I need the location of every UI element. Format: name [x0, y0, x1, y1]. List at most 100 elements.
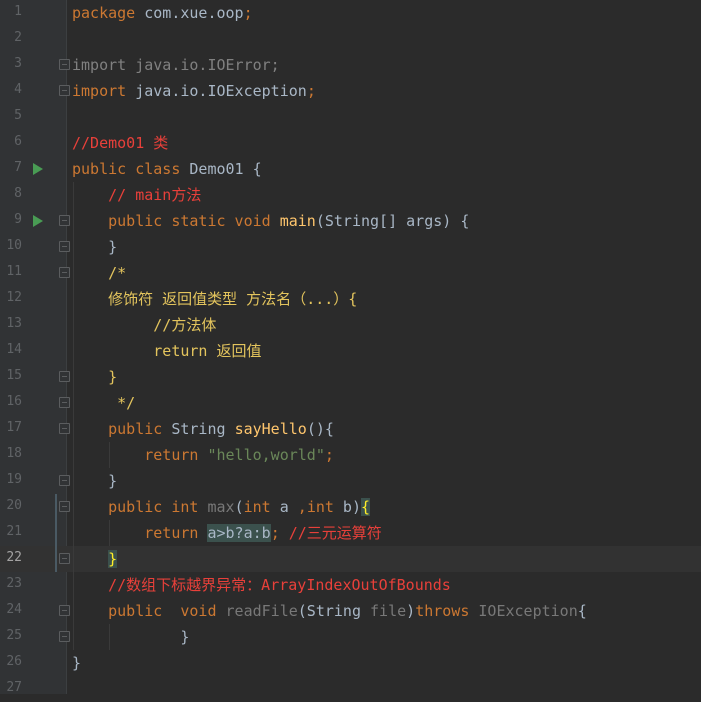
code-text[interactable]: */ — [72, 393, 135, 413]
code-text[interactable]: } — [72, 549, 118, 569]
code-line[interactable]: 13 //方法体 — [0, 312, 701, 338]
line-number: 21 — [6, 524, 22, 539]
code-token: main — [279, 212, 316, 230]
code-line[interactable]: 5 — [0, 104, 701, 130]
code-line[interactable]: 15 } — [0, 364, 701, 390]
code-line[interactable]: 24 public void readFile(String file)thro… — [0, 598, 701, 624]
fold-toggle-icon[interactable] — [59, 423, 70, 434]
fold-toggle-icon[interactable] — [59, 605, 70, 616]
code-line[interactable]: 23 //数组下标越界异常：ArrayIndexOutOfBounds — [0, 572, 701, 598]
fold-toggle-icon[interactable] — [59, 215, 70, 226]
code-token: "hello,world" — [207, 446, 325, 464]
code-text[interactable]: import java.io.IOException; — [72, 81, 316, 101]
code-line[interactable]: 11 /* — [0, 260, 701, 286]
code-text[interactable]: public class Demo01 { — [72, 159, 262, 179]
line-number: 16 — [6, 394, 22, 409]
line-number: 9 — [14, 212, 22, 227]
code-line[interactable]: 20 public int max(int a ,int b){ — [0, 494, 701, 520]
code-line[interactable]: 6 //Demo01 类 — [0, 130, 701, 156]
code-token: { — [361, 498, 371, 516]
code-token: (String — [297, 602, 371, 620]
line-number: 17 — [6, 420, 22, 435]
code-text[interactable]: public void readFile(String file)throws … — [72, 601, 587, 621]
code-text[interactable]: 修饰符 返回值类型 方法名（...）{ — [72, 289, 357, 309]
code-text[interactable]: // main方法 — [72, 185, 201, 205]
run-gutter-icon[interactable] — [33, 215, 43, 227]
code-text[interactable]: } — [72, 237, 117, 257]
code-text[interactable]: //方法体 — [72, 315, 216, 335]
fold-toggle-icon[interactable] — [59, 397, 70, 408]
code-line[interactable]: 1 package com.xue.oop; — [0, 0, 701, 26]
code-line[interactable]: 17 public String sayHello(){ — [0, 416, 701, 442]
code-token: } — [108, 368, 118, 386]
code-text[interactable]: return 返回值 — [72, 341, 262, 361]
code-token: file — [370, 602, 407, 620]
code-text[interactable]: //数组下标越界异常：ArrayIndexOutOfBounds — [72, 575, 451, 595]
code-text[interactable]: } — [72, 627, 189, 647]
code-token: ) — [406, 602, 416, 620]
fold-toggle-icon[interactable] — [59, 267, 70, 278]
code-token: return 返回值 — [153, 342, 262, 360]
line-number: 10 — [6, 238, 22, 253]
code-text[interactable]: return a>b?a:b; //三元运算符 — [72, 523, 382, 543]
code-text[interactable]: } — [72, 653, 81, 673]
code-editor[interactable]: 1 package com.xue.oop; 2 3 import java.io.IO… — [0, 0, 701, 695]
code-line[interactable]: 9 public static void main(String[] args)… — [0, 208, 701, 234]
line-number: 1 — [14, 4, 22, 19]
change-marker — [55, 494, 57, 572]
fold-toggle-icon[interactable] — [59, 85, 70, 96]
fold-toggle-icon[interactable] — [59, 631, 70, 642]
code-text[interactable]: /* — [72, 263, 126, 283]
code-line[interactable]: 21 return a>b?a:b; //三元运算符 — [0, 520, 701, 546]
line-number: 14 — [6, 342, 22, 357]
code-text[interactable]: } — [72, 471, 117, 491]
code-token: return — [144, 446, 199, 464]
fold-toggle-icon[interactable] — [59, 553, 70, 564]
code-text[interactable]: } — [72, 367, 117, 387]
code-line[interactable]: 8 // main方法 — [0, 182, 701, 208]
fold-toggle-icon[interactable] — [59, 371, 70, 382]
line-number: 13 — [6, 316, 22, 331]
code-line[interactable]: 3 import java.io.IOError; — [0, 52, 701, 78]
code-text[interactable]: package com.xue.oop; — [72, 3, 253, 23]
code-line[interactable]: 10 } — [0, 234, 701, 260]
code-text[interactable]: public static void main(String[] args) { — [72, 211, 469, 231]
run-gutter-icon[interactable] — [33, 163, 43, 175]
code-token: } — [72, 472, 118, 490]
code-line[interactable]: 12 修饰符 返回值类型 方法名（...）{ — [0, 286, 701, 312]
code-text[interactable]: public int max(int a ,int b){ — [72, 497, 371, 517]
code-line[interactable]: 22 } — [0, 546, 701, 572]
code-token: // main方法 — [108, 186, 202, 204]
code-text[interactable]: public String sayHello(){ — [72, 419, 334, 439]
code-line[interactable]: 26} — [0, 650, 701, 676]
code-line[interactable]: 18 return "hello,world"; — [0, 442, 701, 468]
code-line[interactable]: 25 } — [0, 624, 701, 650]
code-line[interactable]: 14 return 返回值 — [0, 338, 701, 364]
fold-toggle-icon[interactable] — [59, 475, 70, 486]
code-line[interactable]: 16 */ — [0, 390, 701, 416]
fold-toggle-icon[interactable] — [59, 59, 70, 70]
line-number: 23 — [6, 576, 22, 591]
code-line[interactable]: 7 public class Demo01 { — [0, 156, 701, 182]
code-line[interactable]: 27 — [0, 676, 701, 702]
code-text[interactable]: import java.io.IOError; — [72, 55, 280, 75]
code-text[interactable]: //Demo01 类 — [72, 133, 168, 153]
code-token: sayHello — [234, 420, 307, 438]
code-token: int — [306, 498, 334, 516]
fold-toggle-icon[interactable] — [59, 501, 70, 512]
code-line[interactable]: 2 — [0, 26, 701, 52]
code-text[interactable]: return "hello,world"; — [72, 445, 334, 465]
code-token: void — [180, 602, 217, 620]
code-line[interactable]: 19 } — [0, 468, 701, 494]
code-token: (){ — [306, 420, 334, 438]
code-token: b) — [333, 498, 361, 516]
code-line[interactable]: 4 import java.io.IOException; — [0, 78, 701, 104]
code-token: throws — [415, 602, 470, 620]
code-token: a — [270, 498, 298, 516]
fold-toggle-icon[interactable] — [59, 241, 70, 252]
